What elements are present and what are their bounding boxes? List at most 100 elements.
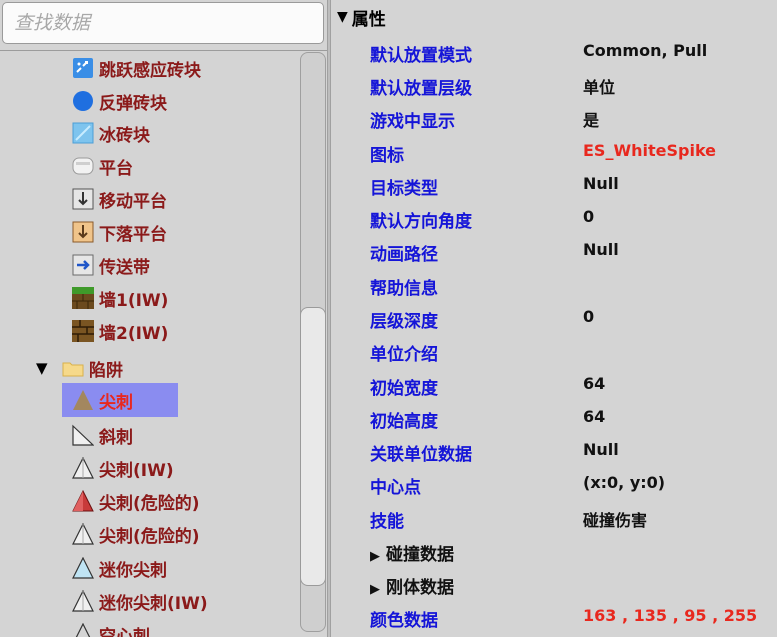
property-value[interactable]: 0 xyxy=(583,307,594,326)
expand-triangle-icon[interactable]: ▶ xyxy=(370,582,380,597)
property-value[interactable]: 64 xyxy=(583,407,605,426)
collapse-triangle-icon[interactable]: ▼ xyxy=(337,9,348,25)
property-row[interactable]: 颜色数据 163 , 135 , 95 , 255 xyxy=(331,602,777,632)
tree-item-falling-platform[interactable]: 下落平台 xyxy=(72,217,167,247)
property-row[interactable]: 单位介绍 xyxy=(331,336,777,366)
properties-panel: ▼ 属性 默认放置模式 Common, Pull 默认放置层级 单位 游戏中显示… xyxy=(331,0,777,637)
tree-item-label: 迷你尖刺(IW) xyxy=(99,593,208,614)
property-group-rigidbody[interactable]: ▶ 刚体数据 xyxy=(331,569,777,599)
property-value[interactable]: (x:0, y:0) xyxy=(583,473,665,492)
property-value[interactable]: 碰撞伤害 xyxy=(583,507,647,531)
platform-icon xyxy=(72,155,94,177)
property-row[interactable]: 初始高度 64 xyxy=(331,403,777,433)
tree-item-label: 尖刺(危险的) xyxy=(99,526,200,547)
tree-item-slope-spike[interactable]: 斜刺 xyxy=(72,420,133,450)
property-row[interactable]: 图标 ES_WhiteSpike xyxy=(331,137,777,167)
tree-item-label: 反弹砖块 xyxy=(99,93,167,114)
tree-item-label: 跳跃感应砖块 xyxy=(99,60,201,81)
property-key: 中心点 xyxy=(370,478,421,498)
wall2-icon xyxy=(72,320,94,342)
property-row[interactable]: 中心点 (x:0, y:0) xyxy=(331,469,777,499)
property-row[interactable]: 默认方向角度 0 xyxy=(331,203,777,233)
mini-spike-blue-icon xyxy=(72,557,94,579)
property-key: 单位介绍 xyxy=(370,345,438,365)
spike-white-icon xyxy=(72,523,94,545)
tree-item-mini-spike[interactable]: 迷你尖刺 xyxy=(72,553,167,583)
tree-item-label: 墙2(IW) xyxy=(99,323,169,344)
property-value[interactable]: Common, Pull xyxy=(583,41,707,60)
property-key: 默认放置层级 xyxy=(370,79,472,99)
tree-item-label: 下落平台 xyxy=(99,224,167,245)
tree-item-conveyor[interactable]: 传送带 xyxy=(72,250,150,280)
property-value-color[interactable]: 163 , 135 , 95 , 255 xyxy=(583,606,757,625)
falling-platform-icon xyxy=(72,221,94,243)
search-input[interactable] xyxy=(2,2,324,44)
property-key: 动画路径 xyxy=(370,245,438,265)
tree-item-label: 空心刺 xyxy=(99,626,150,637)
tree-item-label: 传送带 xyxy=(99,257,150,278)
tree-item-spike-selected[interactable]: 尖刺 xyxy=(62,383,178,417)
properties-header[interactable]: ▼ 属性 xyxy=(337,5,386,30)
spike-brown-icon xyxy=(72,389,94,411)
property-key: 图标 xyxy=(370,146,404,166)
property-key: 默认方向角度 xyxy=(370,212,472,232)
property-value[interactable]: 0 xyxy=(583,207,594,226)
property-group-key: ▶ 碰撞数据 xyxy=(370,545,454,565)
property-group-key: ▶ 刚体数据 xyxy=(370,578,454,598)
property-key: 目标类型 xyxy=(370,179,438,199)
tree-item-label: 移动平台 xyxy=(99,191,167,212)
property-row[interactable]: 目标类型 Null xyxy=(331,170,777,200)
property-value[interactable]: Null xyxy=(583,174,619,193)
property-row[interactable]: 技能 碰撞伤害 xyxy=(331,503,777,533)
tree-item-hollow-spike[interactable]: 空心刺 xyxy=(72,619,150,637)
property-value[interactable]: Null xyxy=(583,240,619,259)
property-value-icon[interactable]: ES_WhiteSpike xyxy=(583,141,716,160)
properties-title: 属性 xyxy=(351,9,386,30)
tree-item-spike-danger-white[interactable]: 尖刺(危险的) xyxy=(72,519,200,549)
tree-item-wall1[interactable]: 墙1(IW) xyxy=(72,283,168,313)
property-row[interactable]: 默认放置模式 Common, Pull xyxy=(331,37,777,67)
property-value[interactable]: 单位 xyxy=(583,74,615,98)
tree-item-spike-danger-red[interactable]: 尖刺(危险的) xyxy=(72,486,200,516)
tree-item-ice-block[interactable]: 冰砖块 xyxy=(72,118,150,148)
wall1-icon xyxy=(72,287,94,309)
property-row[interactable]: 初始宽度 64 xyxy=(331,370,777,400)
slope-spike-icon xyxy=(72,424,94,446)
property-row[interactable]: 游戏中显示 是 xyxy=(331,103,777,133)
tree-item-label: 斜刺 xyxy=(99,427,133,448)
mini-spike-white-icon xyxy=(72,590,94,612)
tree-item-bounce-block[interactable]: 反弹砖块 xyxy=(72,86,167,116)
expand-triangle-icon[interactable]: ▶ xyxy=(370,549,380,564)
tree-folder-traps[interactable]: ▼ 陷阱 xyxy=(36,353,123,383)
tree-item-label: 迷你尖刺 xyxy=(99,560,167,581)
tree-item-label: 冰砖块 xyxy=(99,125,150,146)
jump-sensor-block-icon xyxy=(72,57,94,79)
property-key: 帮助信息 xyxy=(370,279,438,299)
tree-item-spike-iw[interactable]: 尖刺(IW) xyxy=(72,453,174,483)
conveyor-icon xyxy=(72,254,94,276)
tree-item-wall2[interactable]: 墙2(IW) xyxy=(72,316,168,346)
tree-item-moving-platform[interactable]: 移动平台 xyxy=(72,184,167,214)
expand-triangle-icon[interactable]: ▼ xyxy=(36,359,54,377)
property-value[interactable]: 是 xyxy=(583,107,599,131)
tree-item-label: 陷阱 xyxy=(89,360,123,381)
tree-item-label: 尖刺 xyxy=(99,392,133,413)
property-row[interactable]: 默认放置层级 单位 xyxy=(331,70,777,100)
tree-item-label: 平台 xyxy=(99,158,133,179)
property-group-collision[interactable]: ▶ 碰撞数据 xyxy=(331,536,777,566)
property-row[interactable]: 关联单位数据 Null xyxy=(331,436,777,466)
tree-item-mini-spike-iw[interactable]: 迷你尖刺(IW) xyxy=(72,586,208,616)
property-value[interactable]: 64 xyxy=(583,374,605,393)
bounce-block-icon xyxy=(72,90,94,112)
spike-white-icon xyxy=(72,457,94,479)
property-value[interactable]: Null xyxy=(583,440,619,459)
property-key: 层级深度 xyxy=(370,312,438,332)
moving-platform-icon xyxy=(72,188,94,210)
property-row[interactable]: 帮助信息 xyxy=(331,270,777,300)
tree-item-platform[interactable]: 平台 xyxy=(72,151,133,181)
property-row[interactable]: 动画路径 Null xyxy=(331,236,777,266)
tree-item-jump-sensor-block[interactable]: 跳跃感应砖块 xyxy=(72,53,201,83)
tree-scrollbar-thumb[interactable] xyxy=(300,307,326,586)
tree-item-label: 尖刺(IW) xyxy=(99,460,174,481)
property-row[interactable]: 层级深度 0 xyxy=(331,303,777,333)
